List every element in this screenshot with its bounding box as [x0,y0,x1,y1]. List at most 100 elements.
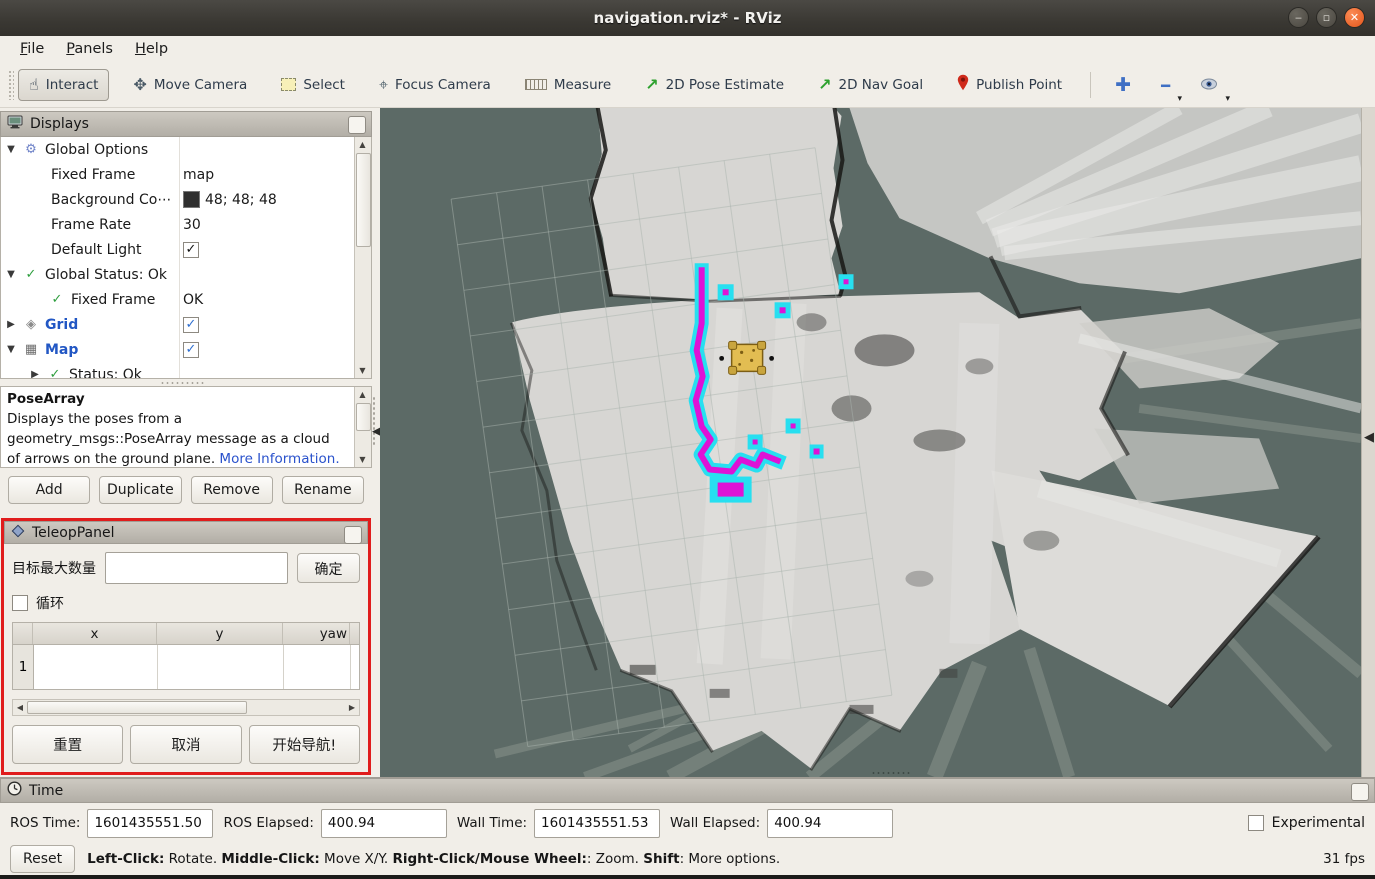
column-header-x[interactable]: x [33,623,157,644]
add-tool-button[interactable]: ✚ [1105,70,1141,100]
add-button[interactable]: Add [8,476,90,504]
menu-item-help[interactable]: Help [125,38,178,60]
field-value[interactable]: 1601435551.50 [87,809,213,838]
expander-icon[interactable]: ▼ [5,344,17,355]
checkbox-checked[interactable]: ✓ [183,342,199,358]
view-splitter-dots[interactable] [871,771,911,775]
field-value[interactable]: 1601435551.53 [534,809,660,838]
tree-row-fixed-frame[interactable]: Fixed Framemap [1,162,355,187]
description-line: of arrows on the ground plane. More Info… [7,449,353,467]
tree-row-global-status-ok[interactable]: ▼✓Global Status: Ok [1,262,355,287]
tool-2d-pose-estimate[interactable]: ↗2D Pose Estimate [635,70,794,100]
tree-row-status-ok[interactable]: ▶✓Status: Ok [1,362,355,378]
scroll-down-icon[interactable]: ▼ [355,363,370,378]
panel-float-button[interactable] [348,116,366,134]
tree-row-frame-rate[interactable]: Frame Rate30 [1,212,355,237]
experimental-checkbox[interactable] [1248,815,1264,831]
scrollbar-thumb[interactable] [356,153,371,247]
rename-button[interactable]: Rename [282,476,364,504]
loop-checkbox[interactable] [12,595,28,611]
displays-scrollbar[interactable]: ▲ ▼ [354,137,371,378]
scroll-left-icon[interactable]: ◀ [13,700,27,715]
minimize-button[interactable]: ‒ [1288,7,1309,28]
start-navigation-button[interactable]: 开始导航! [249,725,360,764]
time-panel-header[interactable]: Time [0,778,1375,803]
scrollbar-thumb[interactable] [356,403,371,431]
panel-float-button[interactable] [344,526,362,544]
checkbox-checked[interactable]: ✓ [183,242,199,258]
row-icon: ✓ [23,267,39,282]
row-value[interactable]: map [183,167,214,183]
panel-float-button[interactable] [1351,783,1369,801]
tree-row-background-co-[interactable]: Background Co⋯48; 48; 48 [1,187,355,212]
table-cell[interactable] [284,645,351,689]
tree-row-fixed-frame[interactable]: ✓Fixed FrameOK [1,287,355,312]
close-button[interactable]: ✕ [1344,7,1365,28]
tool-properties-button[interactable]: ▾ [1190,70,1228,100]
tool-measure[interactable]: Measure [515,70,621,100]
scrollbar-thumb[interactable] [27,701,247,714]
tree-row-default-light[interactable]: Default Light✓ [1,237,355,262]
tool-move-camera[interactable]: ✥Move Camera [123,70,257,100]
tool-label: Move Camera [154,77,247,93]
field-value[interactable]: 400.94 [321,809,447,838]
cancel-button[interactable]: 取消 [130,725,241,764]
collapse-right-icon[interactable]: ◀ [1364,430,1374,445]
menu-item-panels[interactable]: Panels [56,38,123,60]
remove-tool-button[interactable]: ━ ▾ [1151,70,1180,100]
tool-focus-camera[interactable]: ⌖Focus Camera [369,70,501,100]
menu-item-file[interactable]: File [10,38,54,60]
expander-icon[interactable]: ▼ [5,144,17,155]
display-actions-row: Add Duplicate Remove Rename [0,468,372,512]
tool-2d-nav-goal[interactable]: ↗2D Nav Goal [808,70,933,100]
maximize-button[interactable]: ▫ [1316,7,1337,28]
goal-count-input[interactable] [105,552,288,584]
table-cell[interactable] [34,645,158,689]
more-information-link[interactable]: More Information. [219,451,339,467]
table-cell[interactable] [158,645,284,689]
scroll-down-icon[interactable]: ▼ [355,452,370,467]
expander-icon[interactable]: ▼ [5,269,17,280]
row-icon: ✓ [49,292,65,307]
description-line: Displays the poses from a [7,409,353,429]
table-horizontal-scrollbar[interactable]: ◀ ▶ [12,699,360,716]
tool-select[interactable]: Select [271,70,355,100]
main-splitter[interactable]: ◀ [372,108,380,777]
tool-publish-point[interactable]: Publish Point [947,67,1072,102]
row-value[interactable]: 30 [183,217,201,233]
description-scrollbar[interactable]: ▲ ▼ [354,387,371,467]
title-bar[interactable]: navigation.rviz* - RViz ‒ ▫ ✕ [0,0,1375,36]
color-swatch[interactable] [183,191,200,208]
tree-row-map[interactable]: ▼▦Map✓ [1,337,355,362]
field-value[interactable]: 400.94 [767,809,893,838]
render-viewport[interactable] [380,108,1361,777]
expander-icon[interactable]: ▶ [5,319,17,330]
row-number: 1 [13,645,34,689]
row-value[interactable]: OK [183,292,203,308]
tree-row-global-options[interactable]: ▼⚙Global Options [1,137,355,162]
tree-row-grid[interactable]: ▶◈Grid✓ [1,312,355,337]
reset-goals-button[interactable]: 重置 [12,725,123,764]
reset-button[interactable]: Reset [10,845,75,873]
duplicate-button[interactable]: Duplicate [99,476,181,504]
tool-interact[interactable]: ☝Interact [18,69,109,101]
teleop-panel-header[interactable]: TeleopPanel [4,521,368,544]
table-row[interactable]: 1 [13,645,359,689]
field-label: Wall Time: [457,815,527,831]
column-header-y[interactable]: y [157,623,283,644]
scroll-up-icon[interactable]: ▲ [355,137,370,152]
expander-icon[interactable]: ▶ [29,369,41,378]
remove-button[interactable]: Remove [191,476,273,504]
waypoint-table[interactable]: xyyaw 1 [12,622,360,690]
right-panel-collapsed-strip[interactable]: ◀ [1361,108,1375,777]
toolbar-drag-handle[interactable] [8,70,14,100]
displays-panel-header[interactable]: Displays [0,111,372,137]
scroll-right-icon[interactable]: ▶ [345,700,359,715]
row-value[interactable]: 48; 48; 48 [205,192,277,208]
panel-splitter[interactable] [0,379,372,386]
checkbox-checked[interactable]: ✓ [183,317,199,333]
confirm-button[interactable]: 确定 [297,553,360,583]
chevron-down-icon: ▾ [1226,94,1231,104]
column-header-yaw[interactable]: yaw [283,623,350,644]
scroll-up-icon[interactable]: ▲ [355,387,370,402]
